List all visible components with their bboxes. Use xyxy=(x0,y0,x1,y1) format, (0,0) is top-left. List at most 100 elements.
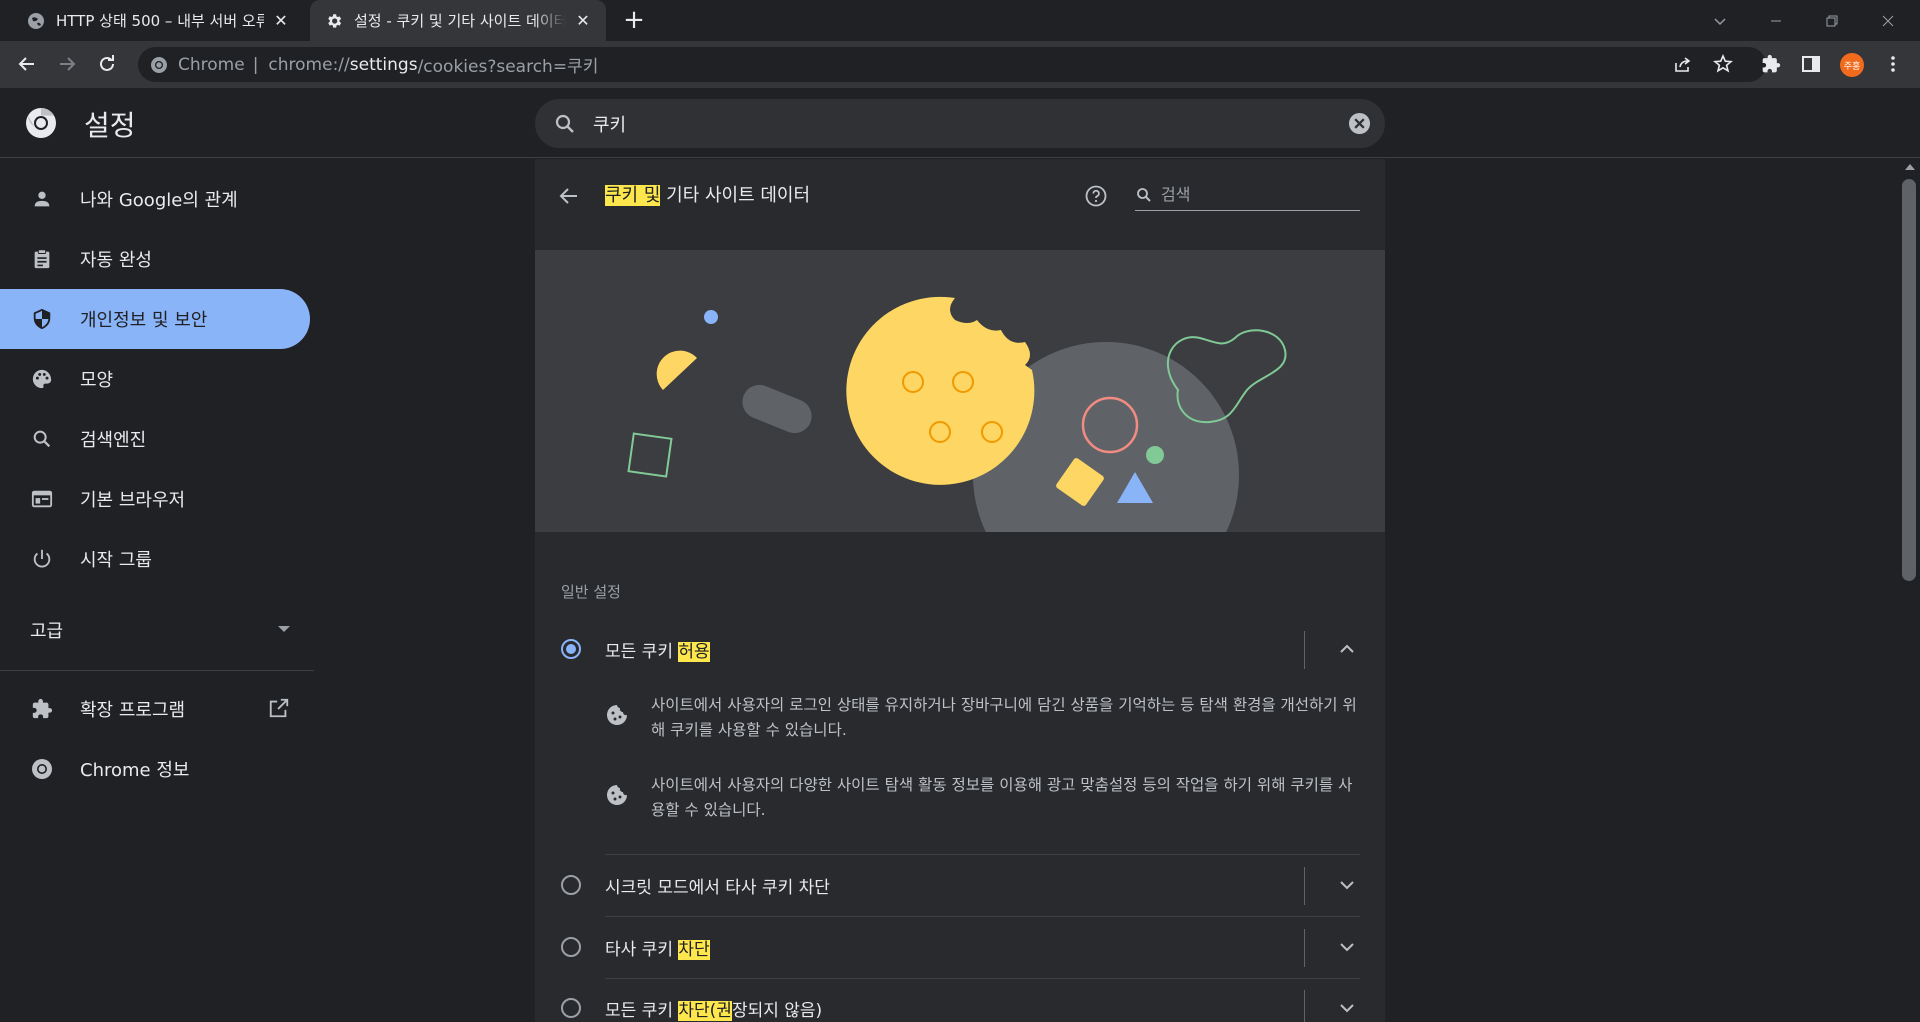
row-separator xyxy=(1304,631,1305,669)
sidebar-item-on-startup[interactable]: 시작 그룹 xyxy=(0,529,310,589)
menu-button[interactable] xyxy=(1878,49,1908,79)
sidebar-item-label: 기본 브라우저 xyxy=(80,490,186,511)
arrow-right-icon xyxy=(60,57,76,71)
sidebar-item-you-and-google[interactable]: 나와 Google의 관계 xyxy=(0,169,310,229)
help-icon[interactable] xyxy=(1084,184,1108,208)
subpage-title: 쿠키 및 기타 사이트 데이터 xyxy=(605,181,810,207)
side-panel-icon xyxy=(1802,56,1820,72)
chrome-label: Chrome xyxy=(178,54,245,75)
sidebar-item-privacy-security[interactable]: 개인정보 및 보안 xyxy=(0,289,310,349)
row-separator xyxy=(1304,929,1305,967)
page-scrollbar[interactable] xyxy=(1898,159,1920,1022)
gear-icon xyxy=(324,11,344,31)
cookie-illustration-image xyxy=(627,296,1287,532)
settings-header: 설정 xyxy=(0,88,1920,158)
minimize-button[interactable] xyxy=(1748,0,1804,41)
radio-button[interactable] xyxy=(561,639,581,659)
option-label: 모든 쿠키 허용 xyxy=(605,642,710,662)
chevron-down-icon[interactable] xyxy=(1335,996,1359,1020)
chevron-down-icon[interactable] xyxy=(1335,935,1359,959)
subpage-header: 쿠키 및 기타 사이트 데이터 xyxy=(535,159,1385,249)
clipboard-icon xyxy=(30,247,54,271)
radio-button[interactable] xyxy=(561,998,581,1018)
scroll-up-icon[interactable] xyxy=(1905,164,1915,170)
tab-search-button[interactable] xyxy=(1692,0,1748,41)
search-icon xyxy=(30,427,54,451)
bookmark-button[interactable] xyxy=(1708,49,1738,79)
advanced-label: 고급 xyxy=(30,621,64,642)
tab-settings[interactable]: 설정 - 쿠키 및 기타 사이트 데이터 ✕ xyxy=(310,0,606,41)
chrome-icon xyxy=(30,757,54,781)
subpage-search[interactable] xyxy=(1135,179,1360,211)
address-bar[interactable]: Chrome | chrome://settings/cookies?searc… xyxy=(138,47,1766,82)
settings-sidebar: 나와 Google의 관계 자동 완성 개인정보 및 보안 모양 검색엔진 기본… xyxy=(0,159,314,1022)
option-block-third-party-incognito[interactable]: 시크릿 모드에서 타사 쿠키 차단 xyxy=(535,855,1385,915)
radio-button[interactable] xyxy=(561,937,581,957)
back-button[interactable] xyxy=(12,49,42,79)
sidebar-item-label: Chrome 정보 xyxy=(80,760,190,781)
subpage-search-input[interactable] xyxy=(1161,179,1356,209)
sidebar-divider xyxy=(0,670,314,671)
sidebar-item-about-chrome[interactable]: Chrome 정보 xyxy=(0,739,310,799)
option-label: 타사 쿠키 차단 xyxy=(605,940,710,960)
title-highlight: 쿠키 및 xyxy=(605,185,661,206)
row-separator xyxy=(1304,990,1305,1022)
sidebar-item-label: 개인정보 및 보안 xyxy=(80,310,208,331)
side-panel-button[interactable] xyxy=(1796,49,1826,79)
option-block-all-cookies[interactable]: 모든 쿠키 차단(권장되지 않음) xyxy=(535,978,1385,1022)
cookies-settings-card: 쿠키 및 기타 사이트 데이터 일반 설정 xyxy=(535,159,1385,1022)
open-in-new-icon xyxy=(268,697,292,721)
browser-icon xyxy=(30,487,54,511)
settings-search-input[interactable] xyxy=(593,99,1293,148)
close-window-button[interactable] xyxy=(1860,0,1916,41)
restore-button[interactable] xyxy=(1804,0,1860,41)
sidebar-item-search-engine[interactable]: 검색엔진 xyxy=(0,409,310,469)
arrow-left-icon xyxy=(18,57,34,71)
row-separator xyxy=(1304,867,1305,905)
cookies-illustration xyxy=(535,250,1385,532)
share-icon xyxy=(1675,57,1691,72)
reload-button[interactable] xyxy=(92,49,122,79)
palette-icon xyxy=(30,367,54,391)
radio-button[interactable] xyxy=(561,875,581,895)
sidebar-item-appearance[interactable]: 모양 xyxy=(0,349,310,409)
caret-down-icon xyxy=(278,626,290,632)
sidebar-advanced-toggle[interactable]: 고급 xyxy=(30,615,290,645)
option-allow-all-cookies[interactable]: 모든 쿠키 허용 xyxy=(535,619,1385,679)
settings-search-box[interactable] xyxy=(535,99,1385,148)
sidebar-item-autofill[interactable]: 자동 완성 xyxy=(0,229,310,289)
option-label: 모든 쿠키 차단(권장되지 않음) xyxy=(605,1001,823,1021)
url-path: /cookies?search=쿠키 xyxy=(417,57,599,77)
tab-title: HTTP 상태 500 – 내부 서버 오류 xyxy=(56,12,264,30)
puzzle-icon xyxy=(30,697,54,721)
title-rest: 기타 사이트 데이터 xyxy=(660,185,811,206)
shield-icon xyxy=(30,307,54,331)
chrome-logo-icon xyxy=(24,106,58,140)
new-tab-button[interactable]: + xyxy=(622,7,646,33)
url-host: settings xyxy=(349,54,418,75)
forward-button[interactable] xyxy=(52,49,82,79)
more-vert-icon xyxy=(1891,56,1895,72)
url-scheme: chrome:// xyxy=(268,54,350,75)
globe-icon xyxy=(26,11,46,31)
chevron-down-icon[interactable] xyxy=(1335,873,1359,897)
chevron-up-icon[interactable] xyxy=(1335,637,1359,661)
sidebar-item-label: 확장 프로그램 xyxy=(80,700,186,721)
option-block-third-party[interactable]: 타사 쿠키 차단 xyxy=(535,917,1385,977)
sidebar-item-extensions[interactable]: 확장 프로그램 xyxy=(0,679,310,739)
bullet-text: 사이트에서 사용자의 로그인 상태를 유지하거나 장바구니에 담긴 상품을 기억… xyxy=(651,696,1357,739)
sidebar-item-label: 나와 Google의 관계 xyxy=(80,190,238,211)
close-icon[interactable]: ✕ xyxy=(272,11,290,30)
tab-http-500[interactable]: HTTP 상태 500 – 내부 서버 오류 ✕ xyxy=(12,0,304,41)
close-icon[interactable]: ✕ xyxy=(574,11,592,30)
scroll-thumb[interactable] xyxy=(1902,179,1916,581)
sidebar-item-default-browser[interactable]: 기본 브라우저 xyxy=(0,469,310,529)
tab-strip: HTTP 상태 500 – 내부 서버 오류 ✕ 설정 - 쿠키 및 기타 사이… xyxy=(0,0,1920,41)
profile-avatar[interactable]: 주홍 xyxy=(1840,53,1864,77)
back-arrow-icon[interactable] xyxy=(557,184,581,208)
share-button[interactable] xyxy=(1668,49,1698,79)
clear-search-icon[interactable] xyxy=(1348,112,1371,135)
search-icon xyxy=(555,114,574,133)
cookie-icon xyxy=(607,705,627,725)
extensions-button[interactable] xyxy=(1756,49,1786,79)
